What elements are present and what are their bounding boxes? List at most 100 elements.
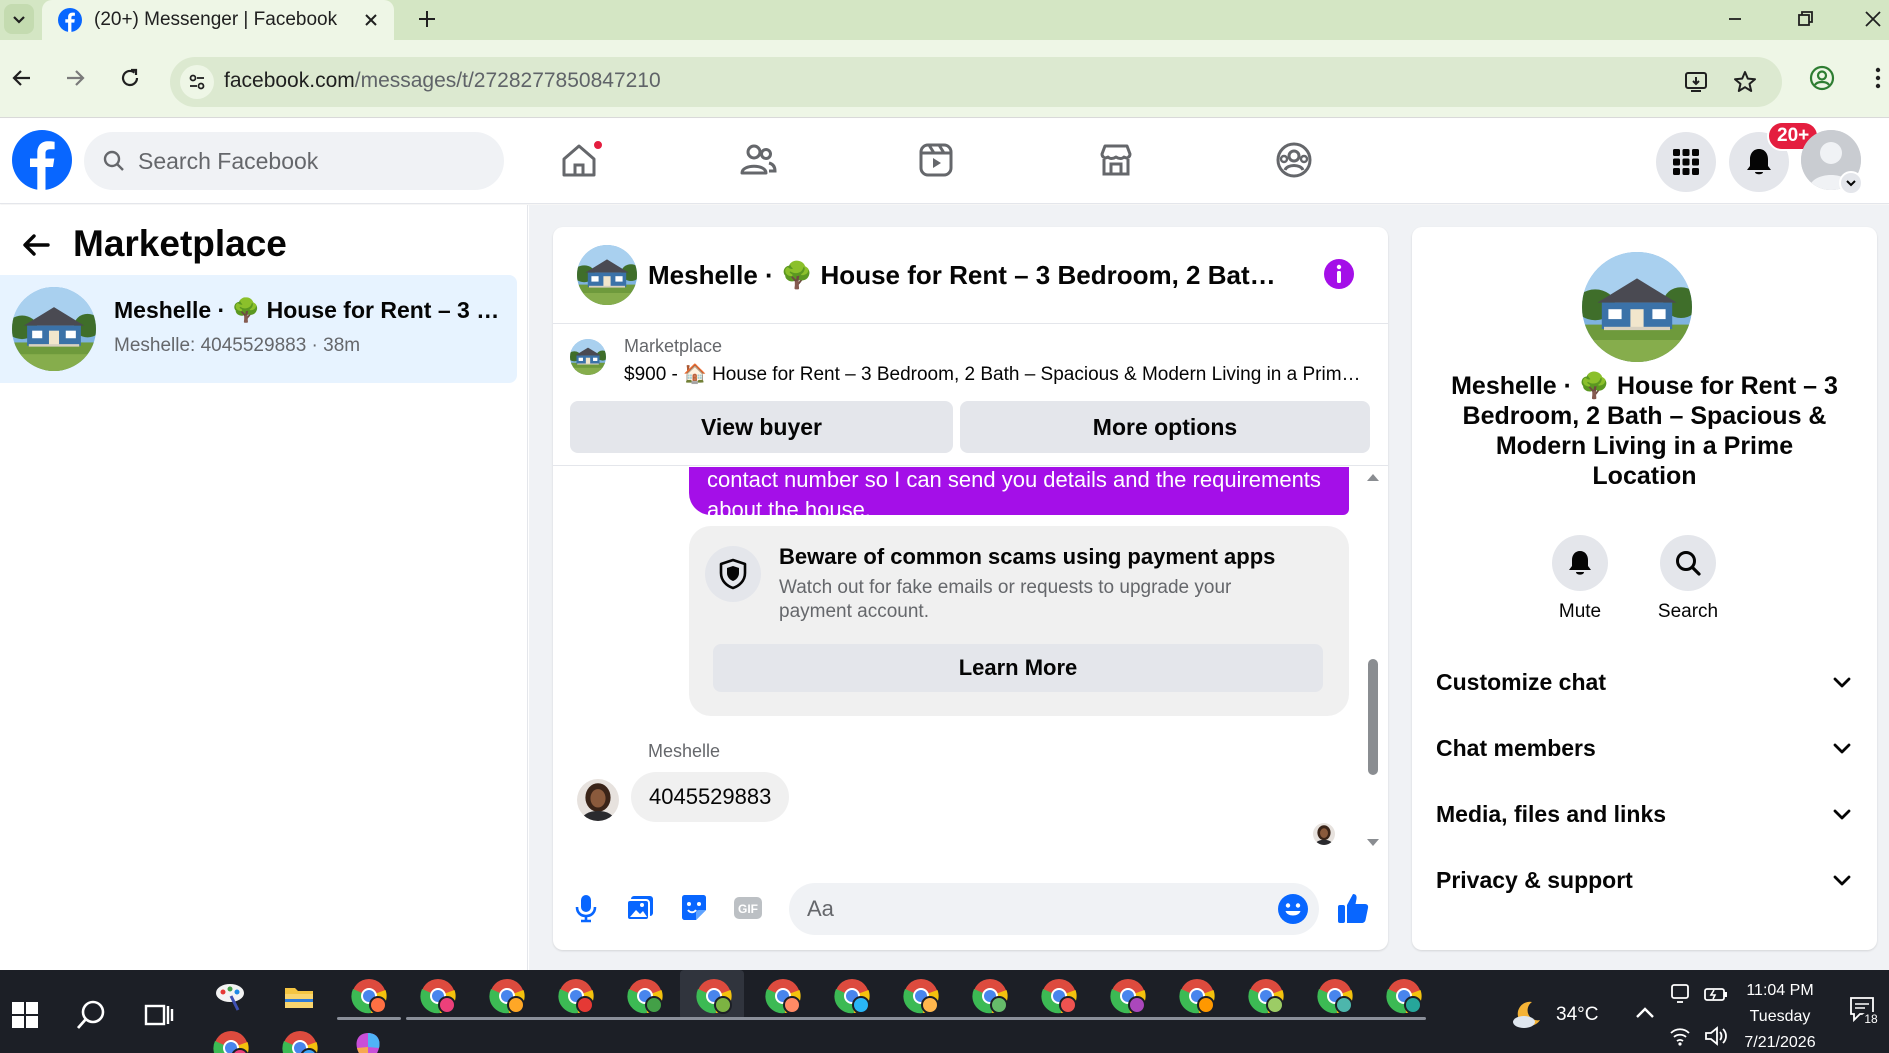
search-conversation-button[interactable]: Search bbox=[1643, 535, 1733, 623]
emoji-icon[interactable] bbox=[1277, 893, 1309, 925]
task-view-icon[interactable] bbox=[142, 998, 176, 1032]
reload-icon[interactable] bbox=[116, 64, 144, 92]
clock-time[interactable]: 11:04 PM bbox=[1730, 982, 1830, 1000]
scam-warning-card: Beware of common scams using payment app… bbox=[689, 526, 1349, 716]
facebook-top-nav: Search Facebook bbox=[0, 119, 1889, 204]
volume-icon[interactable] bbox=[1703, 1024, 1729, 1048]
chrome-app-icon[interactable] bbox=[972, 978, 1008, 1014]
menu-grid-button[interactable] bbox=[1656, 132, 1716, 192]
message-list[interactable]: contact number so I can send you details… bbox=[553, 467, 1388, 860]
back-arrow-icon[interactable] bbox=[20, 229, 52, 261]
chat-thumbnail[interactable] bbox=[577, 245, 637, 305]
message-input[interactable] bbox=[789, 883, 1319, 935]
listing-thumbnail[interactable] bbox=[570, 339, 606, 375]
wifi-icon[interactable] bbox=[1668, 1024, 1692, 1048]
reels-icon[interactable] bbox=[915, 139, 957, 181]
new-tab-icon[interactable] bbox=[414, 6, 440, 32]
chrome-app-icon[interactable] bbox=[351, 978, 387, 1014]
chrome-app-icon[interactable] bbox=[834, 978, 870, 1014]
chrome-app-icon[interactable] bbox=[765, 978, 801, 1014]
conversation-item[interactable]: Meshelle · 🌳 House for Rent – 3 Bedroom,… bbox=[0, 275, 517, 383]
chrome-app-icon[interactable] bbox=[696, 978, 732, 1014]
friends-icon[interactable] bbox=[737, 139, 779, 181]
sticker-icon[interactable] bbox=[678, 892, 710, 924]
scrollbar-thumb[interactable] bbox=[1368, 659, 1378, 775]
scroll-up-icon[interactable] bbox=[1365, 471, 1381, 483]
clock-date[interactable]: 7/21/2026 bbox=[1730, 1034, 1830, 1052]
thumbs-up-icon[interactable] bbox=[1336, 891, 1370, 925]
chrome-app-icon[interactable] bbox=[489, 978, 525, 1014]
chrome-app-icon[interactable] bbox=[1317, 978, 1353, 1014]
chrome-app-icon[interactable] bbox=[1110, 978, 1146, 1014]
taskbar-search-icon[interactable] bbox=[74, 998, 108, 1032]
running-indicator bbox=[337, 1017, 401, 1020]
windows-start-icon[interactable] bbox=[8, 998, 42, 1032]
bookmark-star-icon[interactable] bbox=[1732, 69, 1758, 95]
info-icon[interactable] bbox=[1323, 258, 1355, 290]
tune-icon bbox=[189, 74, 205, 90]
chrome-app-icon[interactable] bbox=[213, 1030, 249, 1053]
file-explorer-icon[interactable] bbox=[282, 980, 316, 1014]
browser-menu-icon[interactable] bbox=[1864, 64, 1889, 92]
back-icon[interactable] bbox=[8, 64, 36, 92]
battery-icon[interactable] bbox=[1703, 982, 1729, 1006]
outgoing-message[interactable]: contact number so I can send you details… bbox=[689, 467, 1349, 522]
incoming-message[interactable]: 4045529883 bbox=[631, 772, 790, 822]
media-files-links-row[interactable]: Media, files and links bbox=[1436, 786, 1853, 842]
omnibox[interactable]: facebook.com/messages/t/2728277850847210 bbox=[170, 57, 1782, 107]
account-menu-caret[interactable] bbox=[1839, 171, 1863, 195]
marketplace-icon[interactable] bbox=[1095, 139, 1137, 181]
chrome-app-icon[interactable] bbox=[627, 978, 663, 1014]
photo-icon[interactable] bbox=[624, 892, 656, 924]
chrome-app-icon[interactable] bbox=[1179, 978, 1215, 1014]
more-options-button[interactable]: More options bbox=[960, 401, 1370, 453]
paint-app-icon[interactable] bbox=[213, 980, 247, 1014]
scroll-down-icon[interactable] bbox=[1365, 837, 1381, 849]
facebook-search-field[interactable]: Search Facebook bbox=[84, 132, 504, 190]
learn-more-button[interactable]: Learn More bbox=[713, 644, 1323, 692]
site-info-button[interactable] bbox=[180, 65, 214, 99]
customize-chat-row[interactable]: Customize chat bbox=[1436, 654, 1853, 710]
chrome-app-icon[interactable] bbox=[1248, 978, 1284, 1014]
privacy-support-row[interactable]: Privacy & support bbox=[1436, 852, 1853, 908]
facebook-logo-icon[interactable] bbox=[12, 130, 72, 190]
details-thumbnail[interactable] bbox=[1582, 252, 1692, 362]
restore-icon[interactable] bbox=[1792, 6, 1818, 32]
chat-members-row[interactable]: Chat members bbox=[1436, 720, 1853, 776]
profile-icon[interactable] bbox=[1808, 64, 1836, 92]
apps-grid-icon bbox=[1673, 149, 1699, 175]
chevron-down-icon bbox=[1833, 875, 1851, 886]
install-app-icon[interactable] bbox=[1683, 69, 1709, 95]
chrome-app-icon[interactable] bbox=[903, 978, 939, 1014]
forward-icon[interactable] bbox=[61, 64, 89, 92]
mute-label: Mute bbox=[1558, 601, 1602, 622]
chrome-app-icon[interactable] bbox=[282, 1030, 318, 1053]
device-icon[interactable] bbox=[1668, 982, 1692, 1006]
conversation-name: Meshelle · 🌳 House for Rent – 3 Bedroom,… bbox=[114, 297, 504, 323]
tab-search-button[interactable] bbox=[4, 4, 34, 34]
microphone-icon[interactable] bbox=[570, 892, 602, 924]
mute-button[interactable]: Mute bbox=[1535, 535, 1625, 623]
chrome-app-icon[interactable] bbox=[558, 978, 594, 1014]
close-window-icon[interactable] bbox=[1860, 6, 1886, 32]
chrome-app-icon[interactable] bbox=[1041, 978, 1077, 1014]
sender-avatar[interactable] bbox=[577, 779, 619, 821]
gif-icon[interactable]: GIF bbox=[732, 892, 764, 924]
bell-icon bbox=[1569, 551, 1591, 575]
browser-tab[interactable]: (20+) Messenger | Facebook bbox=[42, 0, 394, 40]
clock-day[interactable]: Tuesday bbox=[1730, 1008, 1830, 1026]
weather-temperature: 34°C bbox=[1556, 1004, 1599, 1025]
weather-widget[interactable]: 34°C bbox=[1510, 998, 1598, 1032]
copilot-icon[interactable] bbox=[351, 1030, 385, 1053]
close-tab-icon[interactable] bbox=[362, 11, 380, 29]
chat-header: Meshelle · 🌳 House for Rent – 3 Bedroom,… bbox=[553, 227, 1388, 324]
groups-icon[interactable] bbox=[1273, 139, 1315, 181]
listing-title[interactable]: $900 - 🏠 House for Rent – 3 Bedroom, 2 B… bbox=[624, 362, 1364, 386]
chrome-app-icon[interactable] bbox=[1386, 978, 1422, 1014]
minimize-icon[interactable] bbox=[1722, 6, 1748, 32]
chat-title[interactable]: Meshelle · 🌳 House for Rent – 3 Bedroom,… bbox=[648, 260, 1288, 291]
tray-chevron-up-icon[interactable] bbox=[1630, 998, 1660, 1028]
view-buyer-button[interactable]: View buyer bbox=[570, 401, 953, 453]
chrome-app-icon[interactable] bbox=[420, 978, 456, 1014]
warning-text: Watch out for fake emails or requests to… bbox=[779, 577, 1232, 622]
